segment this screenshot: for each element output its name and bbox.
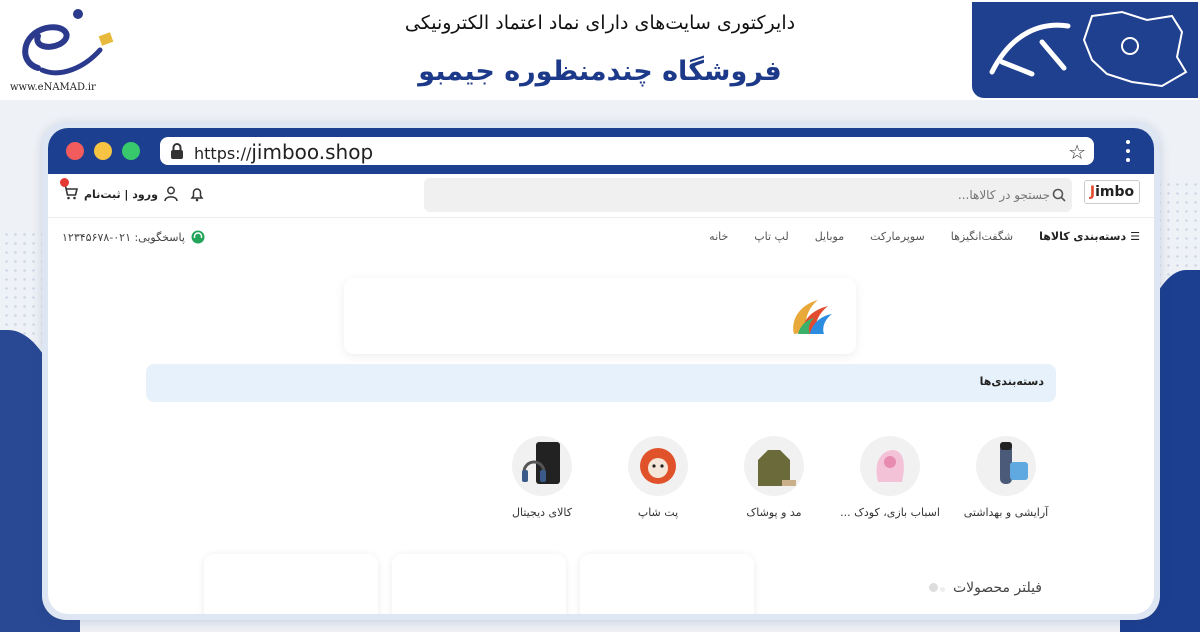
site-nav: ☰ دسته‌بندی کالاها شگفت‌انگیزها سوپرمارکت… (48, 218, 1154, 258)
irangah-logo (970, 0, 1200, 100)
pet-icon (628, 436, 688, 496)
product-card[interactable] (580, 554, 754, 614)
browser-window: https://jimboo.shop ☆ Jimbo جستجو در کال… (42, 122, 1160, 620)
product-filter-header: فیلتر محصولات (927, 580, 1042, 596)
category-list: آرایشی و بهداشتی اسباب بازی، کودک ... مد… (48, 436, 1154, 536)
support-contact: پاسخگویی: ۰۲۱-۱۲۳۴۵۶۷۸ (62, 230, 205, 244)
search-box (424, 178, 1072, 212)
page-header: www.eNAMAD.ir دایرکتوری سایت‌های دارای ن… (0, 0, 1200, 100)
browser-toolbar: https://jimboo.shop ☆ (48, 128, 1154, 174)
car-seat-icon (860, 436, 920, 496)
nav-categories-label: دسته‌بندی کالاها (1039, 230, 1127, 243)
bell-icon[interactable] (190, 186, 204, 202)
logo-text: imbo (1095, 184, 1135, 200)
nav-item-laptop[interactable]: لپ تاپ (754, 230, 788, 243)
banner-card[interactable] (344, 278, 856, 354)
lock-icon (171, 143, 183, 159)
url-protocol: https:// (194, 144, 252, 163)
nav-categories[interactable]: ☰ دسته‌بندی کالاها (1039, 230, 1140, 243)
jimbo-logo[interactable]: Jimbo (1084, 180, 1140, 204)
category-item-digital[interactable]: کالای دیجیتال (484, 436, 600, 519)
nav-item-mobile[interactable]: موبایل (815, 230, 844, 243)
nav-item-amazing-offers[interactable]: شگفت‌انگیزها (951, 230, 1013, 243)
filter-dots-icon (927, 580, 945, 596)
category-item-toys[interactable]: اسباب بازی، کودک ... (832, 436, 948, 519)
category-label: آرایشی و بهداشتی (963, 506, 1049, 519)
filter-title: فیلتر محصولات (952, 580, 1042, 596)
category-label: پت شاپ (637, 506, 679, 519)
category-item-pet-shop[interactable]: پت شاپ (600, 436, 716, 519)
user-icon[interactable] (164, 186, 178, 202)
banner-logo-icon (793, 300, 832, 334)
url-text: https://jimboo.shop (194, 140, 373, 164)
product-card[interactable] (204, 554, 378, 614)
headset-icon (191, 230, 205, 244)
category-label: کالای دیجیتال (511, 506, 572, 519)
support-text: پاسخگویی: ۰۲۱-۱۲۳۴۵۶۷۸ (62, 230, 185, 244)
close-window-button[interactable] (66, 142, 84, 160)
page-title: فروشگاه چندمنظوره جیمبو (418, 56, 782, 87)
categories-header: دسته‌بندی‌ها (146, 364, 1056, 402)
hoodie-icon (744, 436, 804, 496)
category-label: مد و پوشاک (746, 506, 802, 519)
user-area: ورود | ثبت‌نام (60, 178, 204, 204)
search-input[interactable] (450, 178, 1050, 212)
nav-item-supermarket[interactable]: سوپرمارکت (870, 230, 925, 243)
search-icon[interactable] (1052, 188, 1066, 202)
menu-icon: ☰ (1130, 230, 1140, 243)
category-item-cosmetics[interactable]: آرایشی و بهداشتی (948, 436, 1064, 519)
category-item-fashion[interactable]: مد و پوشاک (716, 436, 832, 519)
category-label: اسباب بازی، کودک ... (840, 506, 940, 519)
shaver-icon (976, 436, 1036, 496)
nav-item-home[interactable]: خانه (709, 230, 728, 243)
address-bar[interactable]: https://jimboo.shop ☆ (160, 137, 1094, 165)
cart-button[interactable] (60, 178, 79, 204)
headphones-icon (512, 436, 572, 496)
categories-header-label: دسته‌بندی‌ها (979, 375, 1044, 388)
site-header: Jimbo ورود | ثبت‌نام (48, 174, 1154, 218)
page-subtitle: دایرکتوری سایت‌های دارای نماد اعتماد الک… (404, 12, 796, 34)
minimize-window-button[interactable] (94, 142, 112, 160)
login-register-link[interactable]: ورود | ثبت‌نام (84, 188, 158, 201)
url-domain: jimboo.shop (251, 140, 374, 164)
maximize-window-button[interactable] (122, 142, 140, 160)
enamad-url: www.eNAMAD.ir (10, 82, 96, 93)
bookmark-star-icon[interactable]: ☆ (1068, 140, 1086, 164)
cart-badge (60, 178, 69, 187)
browser-menu-icon[interactable] (1126, 140, 1130, 167)
product-card[interactable] (392, 554, 566, 614)
